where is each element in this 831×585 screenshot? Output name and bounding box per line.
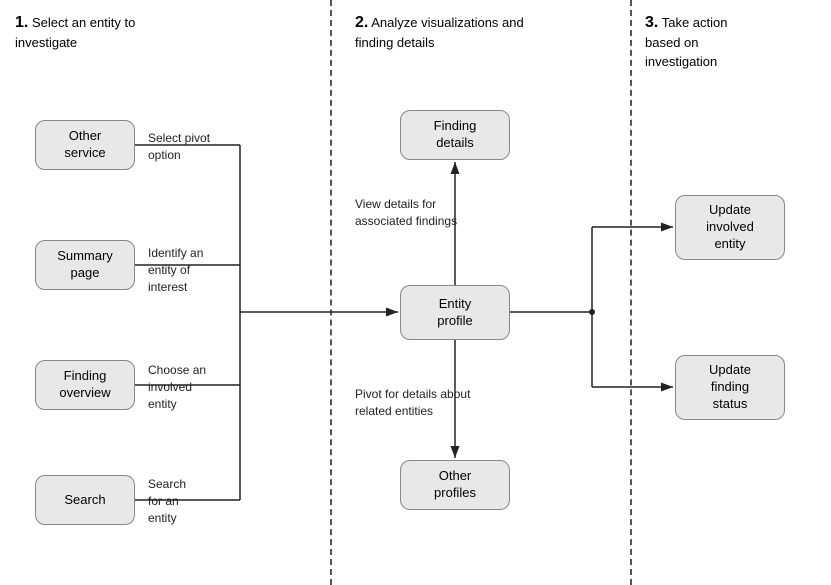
choose-involved-label: Choose aninvolvedentity	[148, 362, 206, 412]
step-3-num: 3.	[645, 14, 658, 31]
step-2-label: Analyze visualizations and finding detai…	[355, 15, 524, 50]
divider-1	[330, 0, 332, 585]
other-profiles-box: Other profiles	[400, 460, 510, 510]
step-3-label: Take action based on investigation	[645, 15, 728, 69]
finding-details-box: Finding details	[400, 110, 510, 160]
workflow-diagram: 1. Select an entity to investigate 2. An…	[0, 0, 831, 585]
entity-profile-box: Entity profile	[400, 285, 510, 340]
pivot-details-label: Pivot for details aboutrelated entities	[355, 386, 470, 420]
step-3-header: 3. Take action based on investigation	[645, 12, 728, 71]
divider-2	[630, 0, 632, 585]
select-pivot-label: Select pivotoption	[148, 130, 210, 164]
step-1-label: Select an entity to investigate	[15, 15, 135, 50]
step-1-num: 1.	[15, 14, 28, 31]
identify-entity-label: Identify anentity ofinterest	[148, 245, 203, 295]
step-2-num: 2.	[355, 14, 368, 31]
search-entity-label: Searchfor anentity	[148, 476, 186, 526]
step-2-header: 2. Analyze visualizations and finding de…	[355, 12, 524, 53]
update-involved-entity-box: Update involved entity	[675, 195, 785, 260]
other-service-box: Other service	[35, 120, 135, 170]
summary-page-box: Summary page	[35, 240, 135, 290]
finding-overview-box: Finding overview	[35, 360, 135, 410]
step-1-header: 1. Select an entity to investigate	[15, 12, 135, 53]
view-details-label: View details forassociated findings	[355, 196, 457, 230]
search-box: Search	[35, 475, 135, 525]
update-finding-status-box: Update finding status	[675, 355, 785, 420]
